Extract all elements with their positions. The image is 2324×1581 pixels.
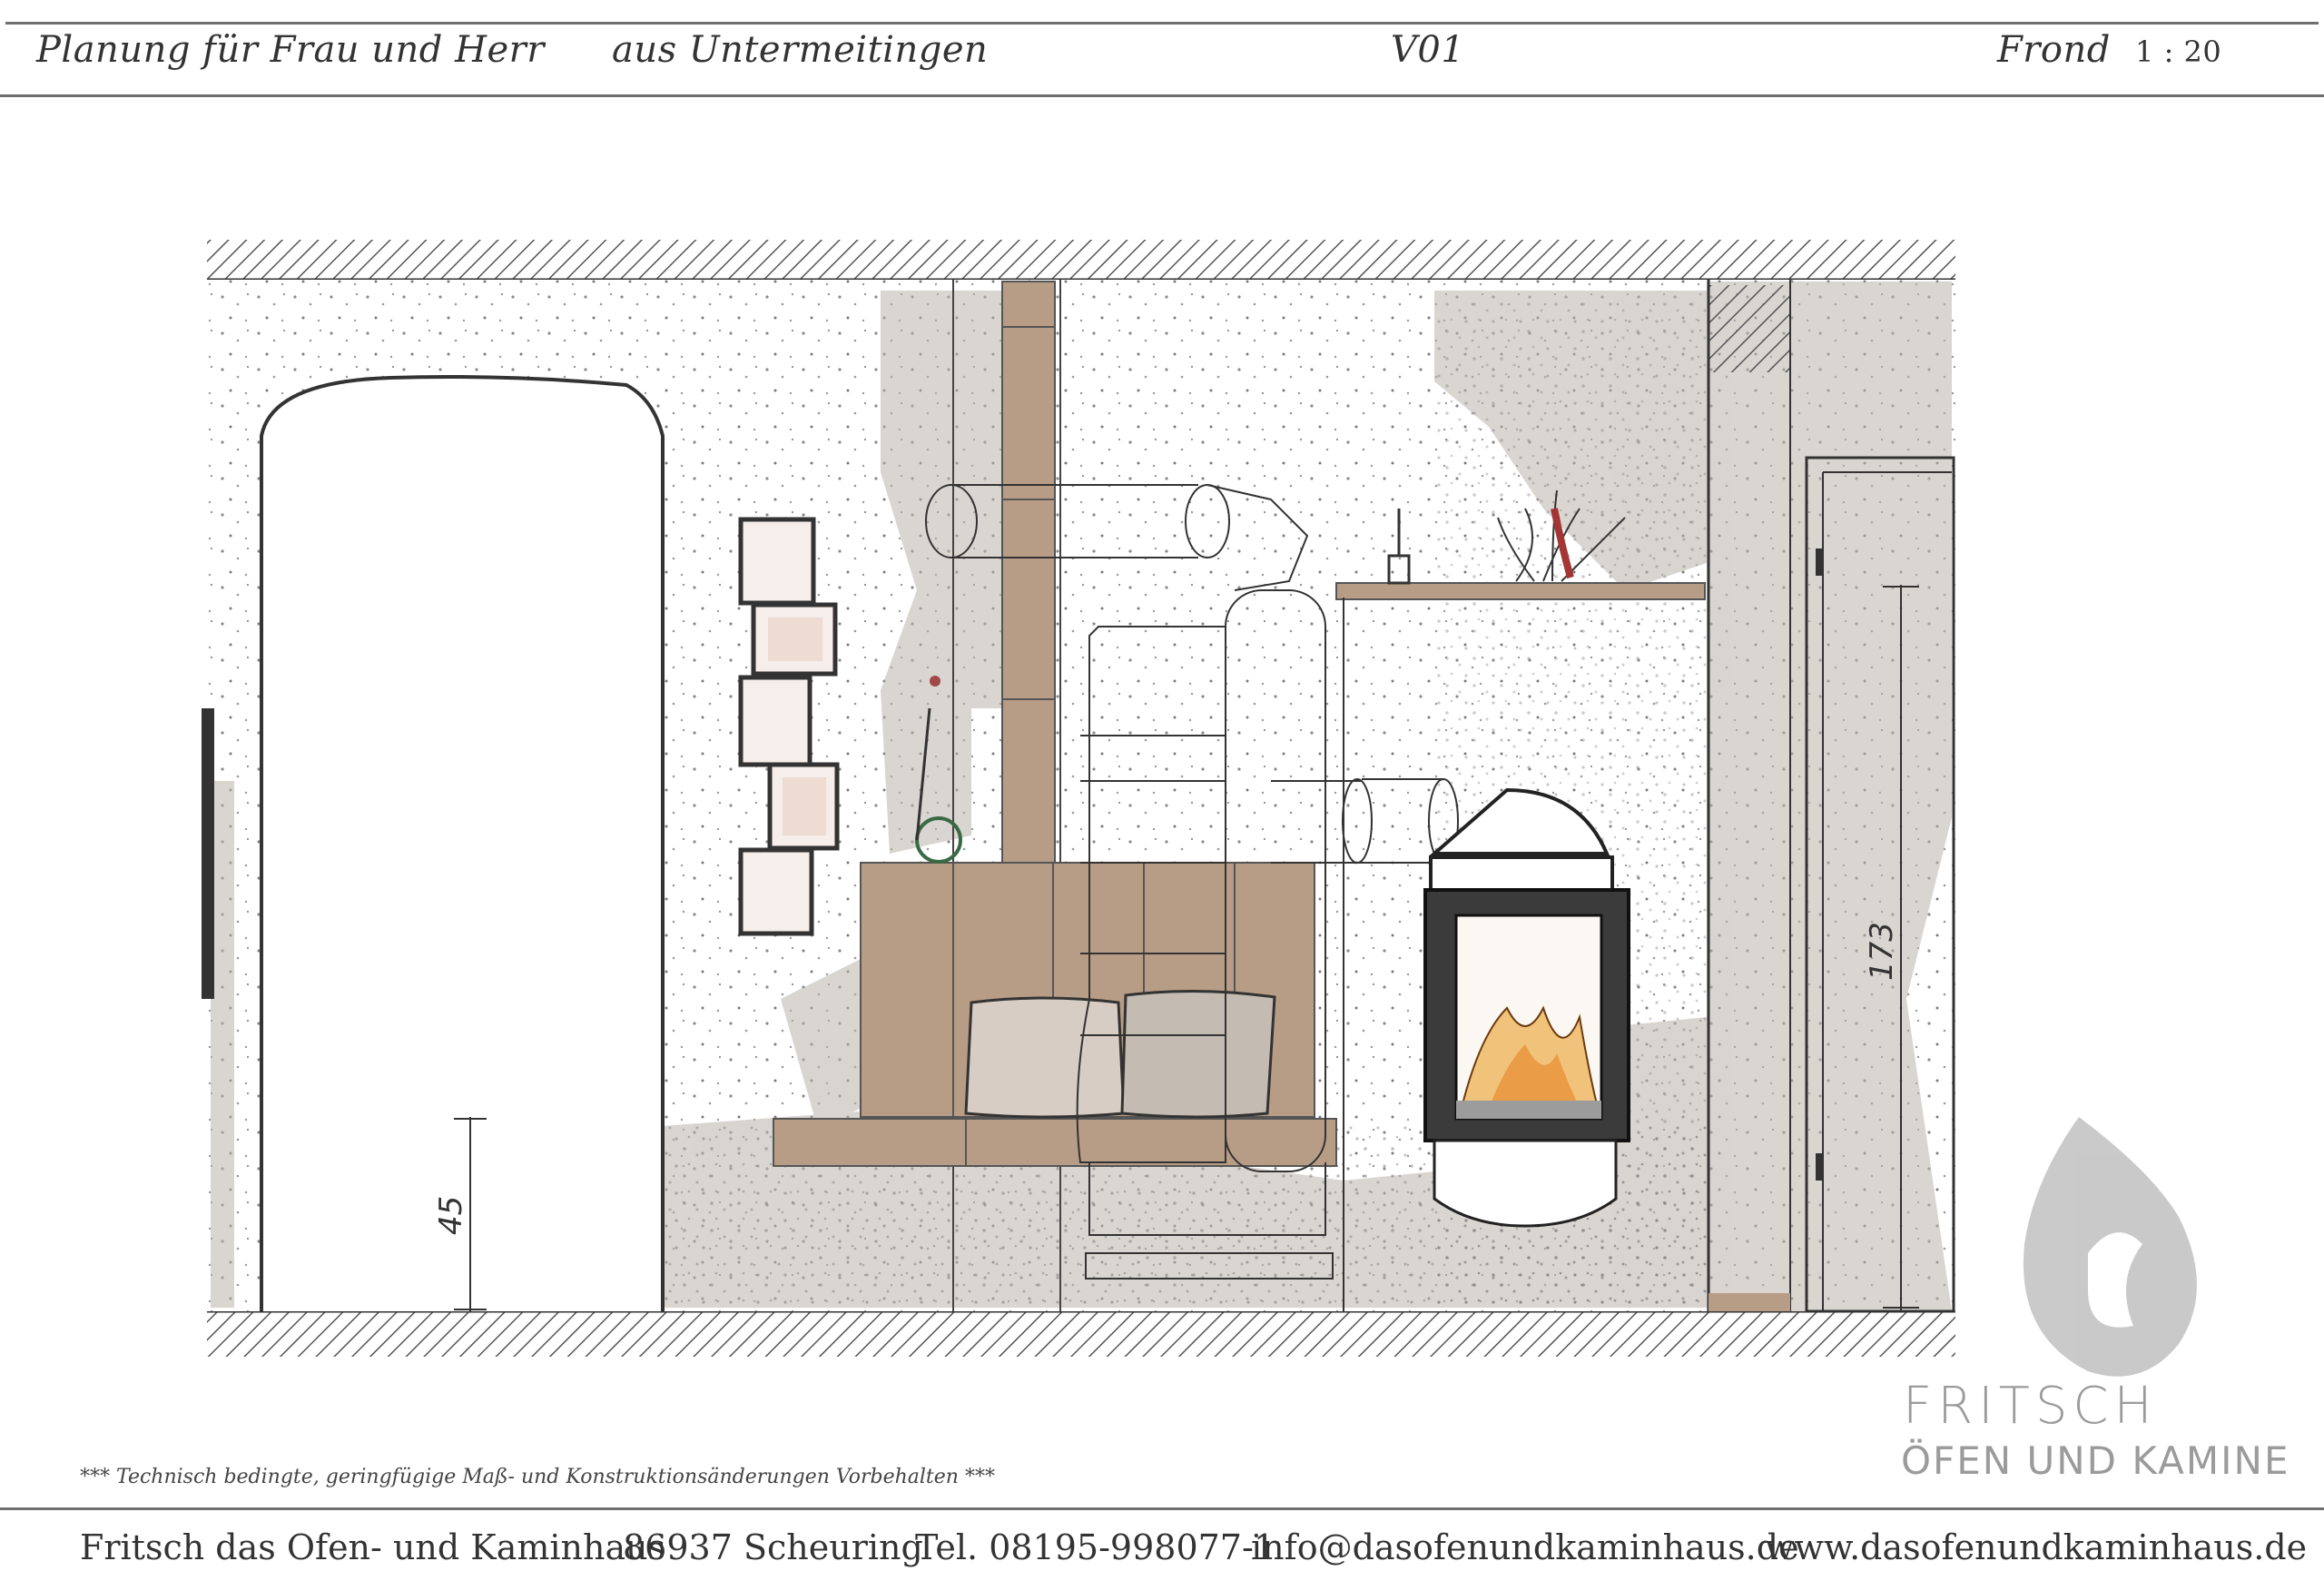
- footer-phone: Tel. 08195-998077-1: [915, 1527, 1275, 1567]
- fireplace-insert: [1423, 787, 1630, 1228]
- ceiling-hatch: [207, 240, 1955, 280]
- dimension-label-right: 173: [1864, 922, 1900, 981]
- wall-section-hatch: [1709, 285, 1790, 372]
- flame-icon: [2023, 1117, 2197, 1377]
- logo-name: FRITSCH: [1903, 1377, 2158, 1436]
- footer-website[interactable]: www.dasofenundkaminhaus.de: [1765, 1527, 2307, 1567]
- logo-tagline: ÖFEN UND KAMINE: [1901, 1438, 2290, 1483]
- footer-address: 86937 Scheuring: [623, 1527, 923, 1567]
- cushion: [1120, 989, 1276, 1119]
- dimension-label-left: 45: [433, 1196, 469, 1235]
- arched-doorway: [260, 375, 665, 1311]
- bench-seat: [773, 1118, 1337, 1167]
- cushion: [964, 996, 1126, 1119]
- elevation-drawing: 45 173: [202, 240, 2197, 1377]
- wall-shelf: [1335, 582, 1706, 600]
- disclaimer-note: *** Technisch bedingte, geringfügige Maß…: [80, 1466, 995, 1488]
- floor-hatch: [207, 1311, 1955, 1357]
- footer-email[interactable]: info@dasofenundkaminhaus.de: [1251, 1527, 1799, 1567]
- footer-company: Fritsch das Ofen- und Kaminhaus: [80, 1527, 666, 1567]
